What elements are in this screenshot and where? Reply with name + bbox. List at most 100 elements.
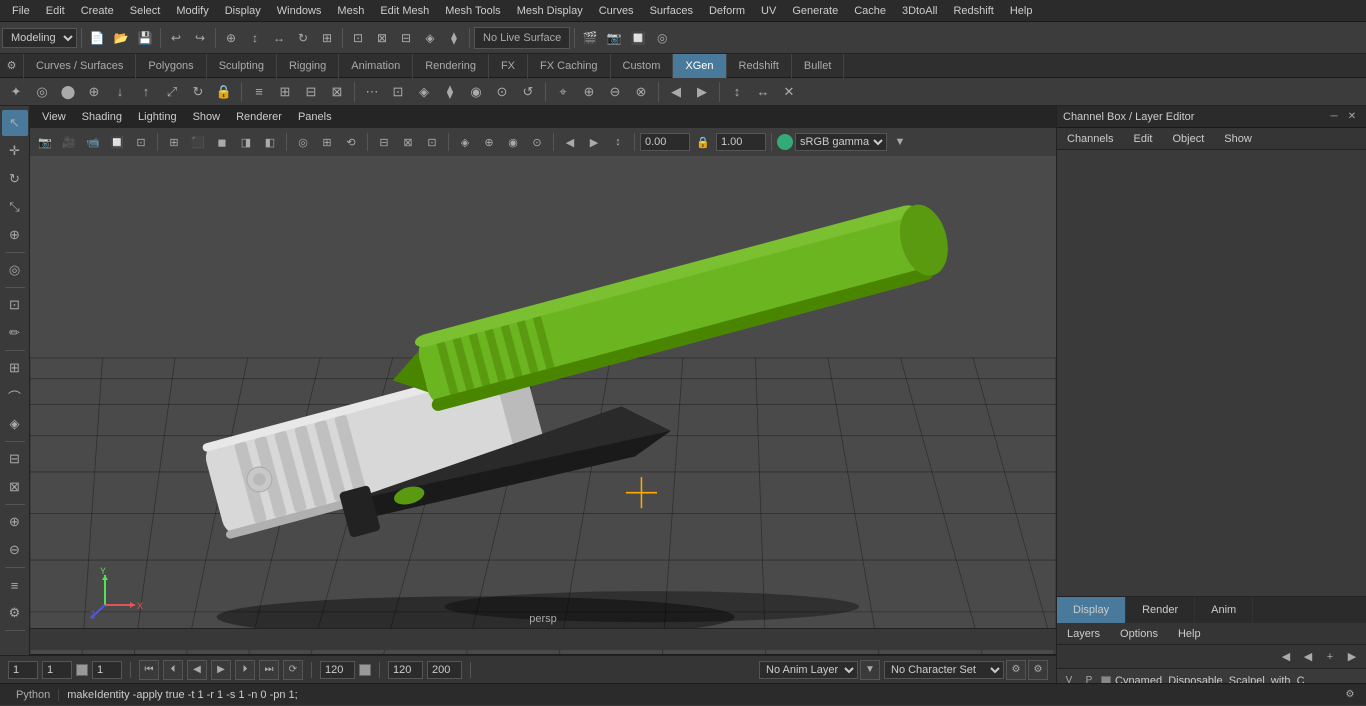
snap-point-btn[interactable]: ◈ xyxy=(2,411,28,437)
snap-icon4[interactable]: ◈ xyxy=(419,27,441,49)
display-light-icon[interactable]: ◧ xyxy=(259,131,281,153)
cam3-icon[interactable]: 📹 xyxy=(82,131,104,153)
frame-end-field[interactable] xyxy=(320,661,355,679)
tab-redshift[interactable]: Redshift xyxy=(727,54,792,78)
menu-uv[interactable]: UV xyxy=(753,3,784,19)
xgen-icon18[interactable]: ◉ xyxy=(464,80,488,104)
cam2-icon[interactable]: 🎥 xyxy=(58,131,80,153)
xgen-icon4[interactable]: ⊕ xyxy=(82,80,106,104)
render4-icon[interactable]: ◎ xyxy=(651,27,673,49)
layer-add-btn[interactable]: + xyxy=(1320,647,1340,667)
menu-redshift[interactable]: Redshift xyxy=(945,3,1001,19)
res3-icon[interactable]: ⊡ xyxy=(421,131,443,153)
camera-icon[interactable]: 📷 xyxy=(34,131,56,153)
snap-icon2[interactable]: ⊠ xyxy=(371,27,393,49)
xgen-icon19[interactable]: ⊙ xyxy=(490,80,514,104)
edit-menu-item[interactable]: Edit xyxy=(1123,128,1162,150)
res2-icon[interactable]: ⊠ xyxy=(397,131,419,153)
frame-start-field[interactable] xyxy=(8,661,38,679)
xgen-icon10[interactable]: ≡ xyxy=(247,80,271,104)
xgen-icon29[interactable]: ✕ xyxy=(777,80,801,104)
xgen-icon24[interactable]: ⊗ xyxy=(629,80,653,104)
channels-menu-item[interactable]: Channels xyxy=(1057,128,1123,150)
new-scene-icon[interactable]: 📄 xyxy=(86,27,108,49)
xgen-icon28[interactable]: ↔ xyxy=(751,80,775,104)
xgen-icon8[interactable]: ↻ xyxy=(186,80,210,104)
snap-icon5[interactable]: ⧫ xyxy=(443,27,465,49)
rotate-tool-btn[interactable]: ↻ xyxy=(2,166,28,192)
cam5-icon[interactable]: ⊡ xyxy=(130,131,152,153)
mirror-btn[interactable]: ⊟ xyxy=(2,446,28,472)
play-fwd-btn[interactable]: ▶ xyxy=(211,660,231,680)
xgen-icon6[interactable]: ↑ xyxy=(134,80,158,104)
vp-menu-renderer[interactable]: Renderer xyxy=(232,109,286,125)
char-set-select[interactable]: No Character Set xyxy=(884,661,1004,679)
char-set-btn2[interactable]: ⚙ xyxy=(1028,660,1048,680)
symmetry-btn[interactable]: ⊠ xyxy=(2,474,28,500)
layer-prev-btn[interactable]: ◀ xyxy=(1276,647,1296,667)
layer-tab-anim[interactable]: Anim xyxy=(1195,597,1253,623)
grid-icon[interactable]: ⊞ xyxy=(316,131,338,153)
snap-curve-btn[interactable]: ⌒ xyxy=(2,383,28,409)
tab-rigging[interactable]: Rigging xyxy=(277,54,339,78)
colorspace-arrow[interactable]: ▼ xyxy=(889,131,911,153)
tab-custom[interactable]: Custom xyxy=(611,54,674,78)
display-shad-icon[interactable]: ◨ xyxy=(235,131,257,153)
lock-icon[interactable]: 🔒 xyxy=(692,131,714,153)
transform-icon4[interactable]: ↻ xyxy=(292,27,314,49)
xgen-icon1[interactable]: ✦ xyxy=(4,80,28,104)
xgen-icon20[interactable]: ↺ xyxy=(516,80,540,104)
tab-fx-caching[interactable]: FX Caching xyxy=(528,54,610,78)
display-tex-icon[interactable]: ◼ xyxy=(211,131,233,153)
snap-icon3[interactable]: ⊟ xyxy=(395,27,417,49)
xgen-icon7[interactable]: ⤢ xyxy=(160,80,184,104)
scene-content[interactable]: X Y Z xyxy=(30,156,1056,705)
tab-sculpting[interactable]: Sculpting xyxy=(207,54,277,78)
vp-menu-panels[interactable]: Panels xyxy=(294,109,336,125)
xgen-icon16[interactable]: ◈ xyxy=(412,80,436,104)
layer-next-btn[interactable]: ▶ xyxy=(1342,647,1362,667)
lasso-btn[interactable]: ⊡ xyxy=(2,292,28,318)
viewport[interactable]: View Shading Lighting Show Renderer Pane… xyxy=(30,106,1056,705)
xgen-icon2[interactable]: ◎ xyxy=(30,80,54,104)
menu-display[interactable]: Display xyxy=(217,3,269,19)
command-line-input[interactable] xyxy=(67,689,1334,701)
menu-select[interactable]: Select xyxy=(122,3,169,19)
menu-mesh-display[interactable]: Mesh Display xyxy=(509,3,591,19)
zoom-input1[interactable] xyxy=(640,133,690,151)
layer-btn[interactable]: ⊕ xyxy=(2,509,28,535)
vp-menu-lighting[interactable]: Lighting xyxy=(134,109,181,125)
layer-tab-render[interactable]: Render xyxy=(1126,597,1195,623)
hud2-icon[interactable]: ⊕ xyxy=(478,131,500,153)
panel-minimize-btn[interactable]: ─ xyxy=(1326,109,1342,125)
tab-bullet[interactable]: Bullet xyxy=(792,54,845,78)
hud4-icon[interactable]: ⊙ xyxy=(526,131,548,153)
frame-display-field[interactable] xyxy=(92,661,122,679)
vp-menu-show[interactable]: Show xyxy=(189,109,225,125)
jump-start-btn[interactable]: ⏮ xyxy=(139,660,159,680)
menu-surfaces[interactable]: Surfaces xyxy=(642,3,701,19)
menu-3dto[interactable]: 3DtoAll xyxy=(894,3,945,19)
layer-tab-display[interactable]: Display xyxy=(1057,597,1126,623)
nav1-icon[interactable]: ◀ xyxy=(559,131,581,153)
layer-prev2-btn[interactable]: ◀ xyxy=(1298,647,1318,667)
menu-cache[interactable]: Cache xyxy=(846,3,894,19)
isolate-icon[interactable]: ◎ xyxy=(292,131,314,153)
transform-all-btn[interactable]: ⊕ xyxy=(2,222,28,248)
step-fwd-btn[interactable]: ⏵ xyxy=(235,660,255,680)
tab-curves-surfaces[interactable]: Curves / Surfaces xyxy=(24,54,136,78)
menu-deform[interactable]: Deform xyxy=(701,3,753,19)
undo-icon[interactable]: ↩ xyxy=(165,27,187,49)
object-menu-item[interactable]: Object xyxy=(1162,128,1214,150)
step-back-btn[interactable]: ⏴ xyxy=(163,660,183,680)
move-tool-btn[interactable]: ✛ xyxy=(2,138,28,164)
scale-tool-btn[interactable]: ⤡ xyxy=(2,194,28,220)
xgen-icon25[interactable]: ◀ xyxy=(664,80,688,104)
xgen-icon13[interactable]: ⊠ xyxy=(325,80,349,104)
xgen-icon17[interactable]: ⧫ xyxy=(438,80,462,104)
transform-icon1[interactable]: ⊕ xyxy=(220,27,242,49)
menu-modify[interactable]: Modify xyxy=(168,3,216,19)
attr-btn[interactable]: ≡ xyxy=(2,572,28,598)
xgen-icon15[interactable]: ⊡ xyxy=(386,80,410,104)
help-menu-item[interactable]: Help xyxy=(1168,623,1211,645)
